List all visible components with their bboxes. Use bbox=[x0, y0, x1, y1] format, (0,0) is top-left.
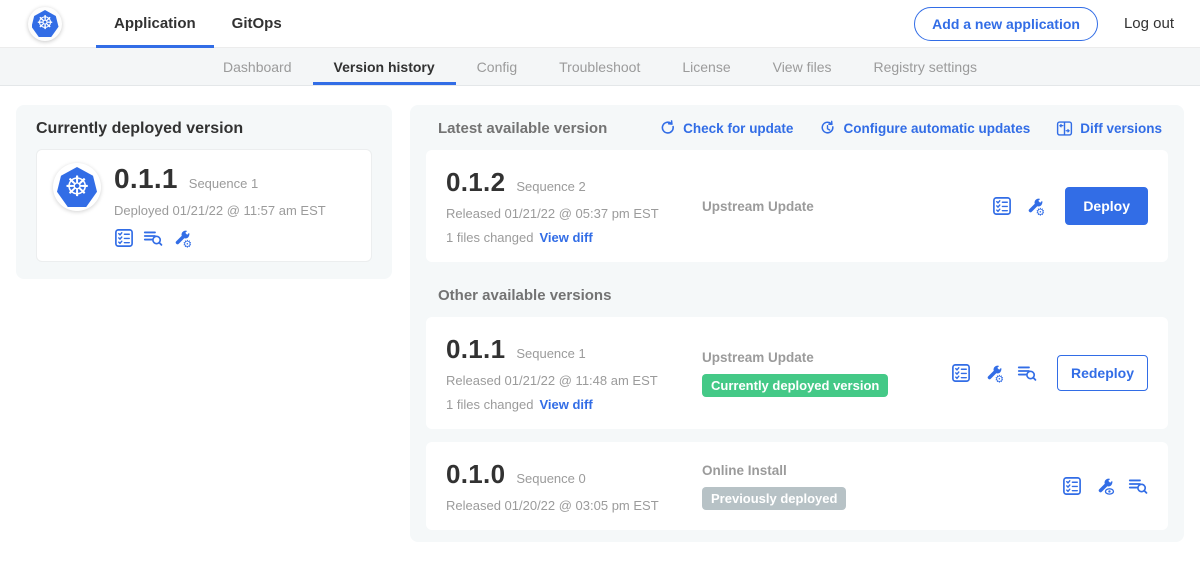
redeploy-button[interactable]: Redeploy bbox=[1057, 355, 1148, 391]
available-versions-panel: Latest available version Check for updat… bbox=[410, 105, 1184, 542]
auto-update-icon bbox=[819, 120, 836, 137]
sequence-label: Sequence 2 bbox=[516, 179, 585, 194]
configure-automatic-updates-link[interactable]: Configure automatic updates bbox=[819, 120, 1030, 137]
subnav-config[interactable]: Config bbox=[456, 48, 538, 85]
app-logo: ☸ bbox=[53, 163, 101, 211]
subnav-view-files[interactable]: View files bbox=[752, 48, 853, 85]
preflight-checks-icon[interactable] bbox=[1062, 476, 1082, 496]
diff-icon bbox=[1056, 120, 1073, 137]
deploy-logs-icon[interactable] bbox=[1128, 476, 1148, 496]
version-source-label: Online Install bbox=[702, 463, 1062, 478]
deployed-version-number: 0.1.1 bbox=[114, 163, 178, 195]
diff-versions-link[interactable]: Diff versions bbox=[1056, 120, 1162, 137]
kubernetes-logo: ☸ bbox=[28, 7, 62, 41]
diff-versions-label: Diff versions bbox=[1080, 121, 1162, 136]
version-source-label: Upstream Update bbox=[702, 199, 992, 214]
tab-application-label: Application bbox=[114, 15, 196, 32]
kubernetes-heptagon: ☸ bbox=[57, 167, 97, 207]
version-number: 0.1.0 bbox=[446, 459, 505, 490]
app-subnav: Dashboard Version history Config Trouble… bbox=[0, 48, 1200, 86]
deployed-sequence-label: Sequence 1 bbox=[189, 176, 258, 191]
deploy-button[interactable]: Deploy bbox=[1065, 187, 1148, 225]
logout-button[interactable]: Log out bbox=[1124, 15, 1174, 32]
edit-config-icon[interactable] bbox=[984, 363, 1004, 383]
edit-config-icon[interactable] bbox=[1025, 196, 1045, 216]
subnav-version-history[interactable]: Version history bbox=[313, 48, 456, 85]
top-navbar: ☸ Application GitOps Add a new applicati… bbox=[0, 0, 1200, 48]
subnav-license[interactable]: License bbox=[661, 48, 751, 85]
files-changed-label: 1 files changed bbox=[446, 397, 533, 412]
view-diff-link[interactable]: View diff bbox=[539, 397, 592, 412]
preflight-checks-icon[interactable] bbox=[992, 196, 1012, 216]
view-diff-link[interactable]: View diff bbox=[539, 230, 592, 245]
files-changed-label: 1 files changed bbox=[446, 230, 533, 245]
released-timestamp: Released 01/21/22 @ 05:37 pm EST bbox=[446, 206, 702, 221]
version-card-0-1-1: 0.1.1 Sequence 1 Released 01/21/22 @ 11:… bbox=[426, 317, 1168, 429]
edit-config-icon[interactable] bbox=[172, 228, 192, 248]
deploy-logs-icon[interactable] bbox=[1017, 363, 1037, 383]
deploy-logs-icon[interactable] bbox=[143, 228, 163, 248]
version-card-0-1-0: 0.1.0 Sequence 0 Released 01/20/22 @ 03:… bbox=[426, 442, 1168, 530]
sequence-label: Sequence 0 bbox=[516, 471, 585, 486]
currently-deployed-badge: Currently deployed version bbox=[702, 374, 888, 397]
check-for-update-link[interactable]: Check for update bbox=[659, 120, 793, 137]
version-number: 0.1.2 bbox=[446, 167, 505, 198]
kubernetes-heptagon: ☸ bbox=[32, 10, 59, 37]
add-application-button[interactable]: Add a new application bbox=[914, 7, 1098, 41]
kubernetes-wheel-icon: ☸ bbox=[64, 173, 89, 201]
configure-automatic-updates-label: Configure automatic updates bbox=[843, 121, 1030, 136]
check-for-update-label: Check for update bbox=[683, 121, 793, 136]
preflight-checks-icon[interactable] bbox=[951, 363, 971, 383]
released-timestamp: Released 01/20/22 @ 03:05 pm EST bbox=[446, 498, 702, 513]
deployed-version-card: ☸ 0.1.1 Sequence 1 Deployed 01/21/22 @ 1… bbox=[36, 149, 372, 262]
version-number: 0.1.1 bbox=[446, 334, 505, 365]
refresh-icon bbox=[659, 120, 676, 137]
tab-gitops-label: GitOps bbox=[232, 15, 282, 32]
version-card-0-1-2: 0.1.2 Sequence 2 Released 01/21/22 @ 05:… bbox=[426, 150, 1168, 262]
main-content: Currently deployed version ☸ 0.1.1 Seque… bbox=[0, 86, 1200, 561]
deployed-panel-title: Currently deployed version bbox=[36, 120, 372, 138]
view-config-icon[interactable] bbox=[1095, 476, 1115, 496]
preflight-checks-icon[interactable] bbox=[114, 228, 134, 248]
tab-gitops[interactable]: GitOps bbox=[214, 0, 300, 48]
deployed-timestamp: Deployed 01/21/22 @ 11:57 am EST bbox=[114, 203, 326, 218]
kubernetes-wheel-icon: ☸ bbox=[36, 14, 53, 33]
previously-deployed-badge: Previously deployed bbox=[702, 487, 846, 510]
sequence-label: Sequence 1 bbox=[516, 346, 585, 361]
other-available-versions-title: Other available versions bbox=[438, 287, 1164, 304]
subnav-dashboard[interactable]: Dashboard bbox=[202, 48, 313, 85]
released-timestamp: Released 01/21/22 @ 11:48 am EST bbox=[446, 373, 702, 388]
subnav-troubleshoot[interactable]: Troubleshoot bbox=[538, 48, 661, 85]
version-source-label: Upstream Update bbox=[702, 350, 951, 365]
subnav-registry-settings[interactable]: Registry settings bbox=[853, 48, 998, 85]
latest-available-title: Latest available version bbox=[438, 120, 607, 137]
tab-application[interactable]: Application bbox=[96, 0, 214, 48]
currently-deployed-panel: Currently deployed version ☸ 0.1.1 Seque… bbox=[16, 105, 392, 279]
